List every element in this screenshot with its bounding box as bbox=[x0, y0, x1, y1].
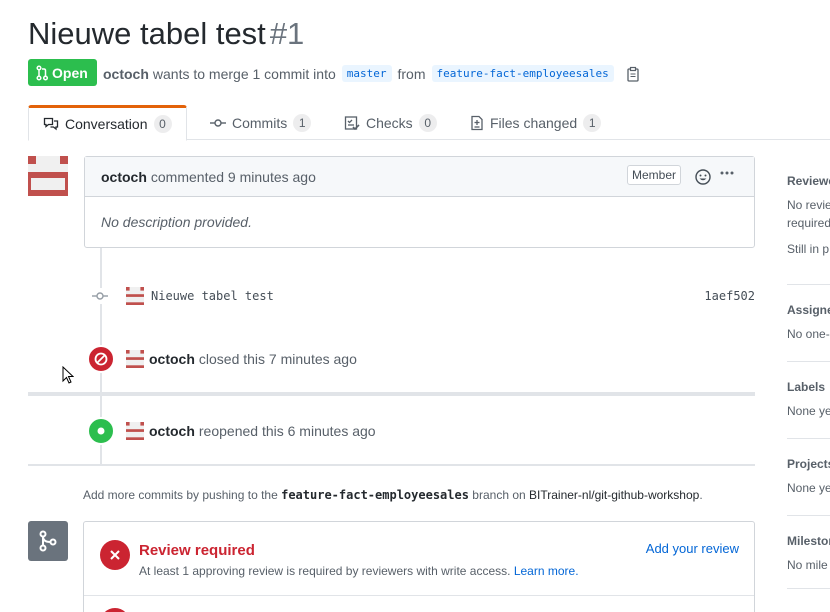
check-failed-badge bbox=[100, 608, 130, 612]
tab-commits[interactable]: Commits 1 bbox=[196, 105, 325, 140]
commit-message[interactable]: Nieuwe tabel test bbox=[151, 289, 274, 303]
event-author[interactable]: octoch bbox=[149, 351, 195, 367]
state-label: Open bbox=[52, 64, 88, 81]
pr-number: #1 bbox=[269, 16, 305, 51]
circle-slash-icon bbox=[94, 352, 108, 366]
state-badge: Open bbox=[28, 59, 97, 86]
sidebar-divider bbox=[787, 361, 830, 362]
closed-badge bbox=[87, 345, 115, 373]
merge-status-box: Review required At least 1 approving rev… bbox=[83, 521, 755, 612]
event-text: closed this 7 minutes ago bbox=[198, 351, 357, 367]
tab-label: Commits bbox=[232, 114, 288, 131]
merge-divider bbox=[84, 595, 754, 596]
x-icon bbox=[109, 549, 121, 561]
tab-conversation[interactable]: Conversation 0 bbox=[28, 105, 187, 141]
push-hint-middle: branch on bbox=[472, 488, 526, 502]
event-text: reopened this 6 minutes ago bbox=[198, 423, 376, 439]
sidebar-head[interactable]: Projects bbox=[787, 457, 830, 471]
tab-counter: 0 bbox=[153, 115, 172, 133]
comment-body: No description provided. bbox=[101, 214, 252, 230]
push-hint-prefix: Add more commits by pushing to the bbox=[83, 488, 278, 502]
base-branch[interactable]: master bbox=[341, 65, 392, 82]
push-hint-branch: feature-fact-employeesales bbox=[281, 488, 469, 502]
sidebar-text: None ye bbox=[787, 481, 830, 495]
comment-action: commented 9 minutes ago bbox=[150, 168, 316, 185]
sidebar-milestone: Milestor No mile bbox=[787, 534, 830, 574]
comment-author[interactable]: octoch bbox=[101, 169, 147, 185]
smiley-icon[interactable] bbox=[695, 169, 711, 188]
learn-more-link[interactable]: Learn more. bbox=[514, 564, 579, 578]
git-merge-icon bbox=[28, 521, 68, 561]
sidebar-divider bbox=[787, 284, 830, 285]
tab-label: Conversation bbox=[65, 116, 148, 132]
add-review-link[interactable]: Add your review bbox=[646, 541, 739, 556]
pr-title-text: Nieuwe tabel test bbox=[28, 16, 266, 51]
sidebar-text: No mile bbox=[787, 558, 828, 572]
member-badge: Member bbox=[626, 165, 681, 185]
sidebar-text: Still in p bbox=[787, 242, 830, 256]
from-text: from bbox=[397, 65, 426, 82]
git-commit-icon bbox=[92, 288, 108, 304]
review-description: At least 1 approving review is required … bbox=[139, 564, 579, 578]
sidebar-divider bbox=[787, 438, 830, 439]
sidebar-text: None ye bbox=[787, 404, 830, 418]
push-hint: Add more commits by pushing to the featu… bbox=[83, 488, 703, 502]
sidebar-text: No revie bbox=[787, 198, 830, 212]
git-commit-icon bbox=[210, 115, 226, 131]
closed-event: octoch closed this 7 minutes ago bbox=[126, 350, 357, 368]
avatar[interactable] bbox=[126, 350, 144, 368]
sidebar-head[interactable]: Assigne bbox=[787, 303, 830, 317]
head-branch[interactable]: feature-fact-employeesales bbox=[431, 65, 614, 82]
primitive-dot-icon bbox=[96, 426, 106, 436]
push-hint-suffix: . bbox=[699, 488, 703, 502]
diff-icon bbox=[470, 115, 484, 131]
tab-counter: 1 bbox=[583, 113, 602, 132]
review-failed-badge bbox=[100, 540, 130, 570]
sidebar-head[interactable]: Labels bbox=[787, 380, 830, 394]
commit-sha[interactable]: 1aef502 bbox=[704, 289, 755, 303]
sidebar-reviewers: Reviewe No revie required Still in p bbox=[787, 174, 830, 258]
tab-counter: 1 bbox=[293, 113, 312, 132]
pr-meta: octoch wants to merge 1 commit into mast… bbox=[103, 65, 640, 82]
tab-counter: 0 bbox=[418, 113, 437, 132]
pr-author-link[interactable]: octoch bbox=[103, 66, 149, 82]
avatar[interactable] bbox=[126, 422, 144, 440]
sidebar-text: No one- bbox=[787, 327, 830, 341]
repo-link[interactable]: BITrainer-nl/git-github-workshop bbox=[529, 488, 699, 502]
comment-header: octoch commented 9 minutes ago Member bbox=[85, 157, 754, 197]
sidebar: Reviewe No revie required Still in p Ass… bbox=[787, 156, 830, 612]
reopened-badge bbox=[87, 417, 115, 445]
timeline-divider bbox=[28, 464, 755, 466]
git-pull-request-icon bbox=[36, 64, 48, 81]
reopened-event: octoch reopened this 6 minutes ago bbox=[126, 422, 376, 440]
merge-text: wants to merge 1 commit into bbox=[152, 65, 336, 82]
checklist-icon bbox=[344, 115, 360, 131]
pr-title: Nieuwe tabel test #1 bbox=[28, 16, 304, 52]
kebab-horizontal-icon[interactable] bbox=[719, 165, 735, 184]
comment-discussion-icon bbox=[43, 116, 59, 132]
timeline-divider bbox=[28, 392, 755, 396]
sidebar-head[interactable]: Reviewe bbox=[787, 174, 830, 188]
sidebar-text: required bbox=[787, 216, 830, 230]
event-author[interactable]: octoch bbox=[149, 423, 195, 439]
commit-item: Nieuwe tabel test 1aef502 bbox=[92, 286, 755, 306]
tab-checks[interactable]: Checks 0 bbox=[330, 105, 451, 140]
sidebar-projects: Projects None ye bbox=[787, 457, 830, 497]
tab-label: Files changed bbox=[490, 114, 578, 131]
sidebar-labels: Labels None ye bbox=[787, 380, 830, 420]
clipboard-icon[interactable] bbox=[626, 66, 640, 82]
sidebar-head[interactable]: Milestor bbox=[787, 534, 830, 548]
avatar[interactable] bbox=[28, 156, 68, 196]
sidebar-divider bbox=[787, 588, 830, 589]
review-title: Review required bbox=[139, 542, 255, 559]
tab-files-changed[interactable]: Files changed 1 bbox=[456, 105, 615, 140]
avatar[interactable] bbox=[126, 287, 144, 305]
pr-tabs: Conversation 0 Commits 1 Checks 0 Files … bbox=[28, 105, 830, 141]
review-desc-text: At least 1 approving review is required … bbox=[139, 564, 511, 578]
tab-label: Checks bbox=[366, 114, 413, 131]
sidebar-assignees: Assigne No one- bbox=[787, 303, 830, 343]
sidebar-divider bbox=[787, 515, 830, 516]
mouse-cursor-icon bbox=[62, 365, 75, 387]
comment-box: octoch commented 9 minutes ago Member No… bbox=[84, 156, 755, 248]
